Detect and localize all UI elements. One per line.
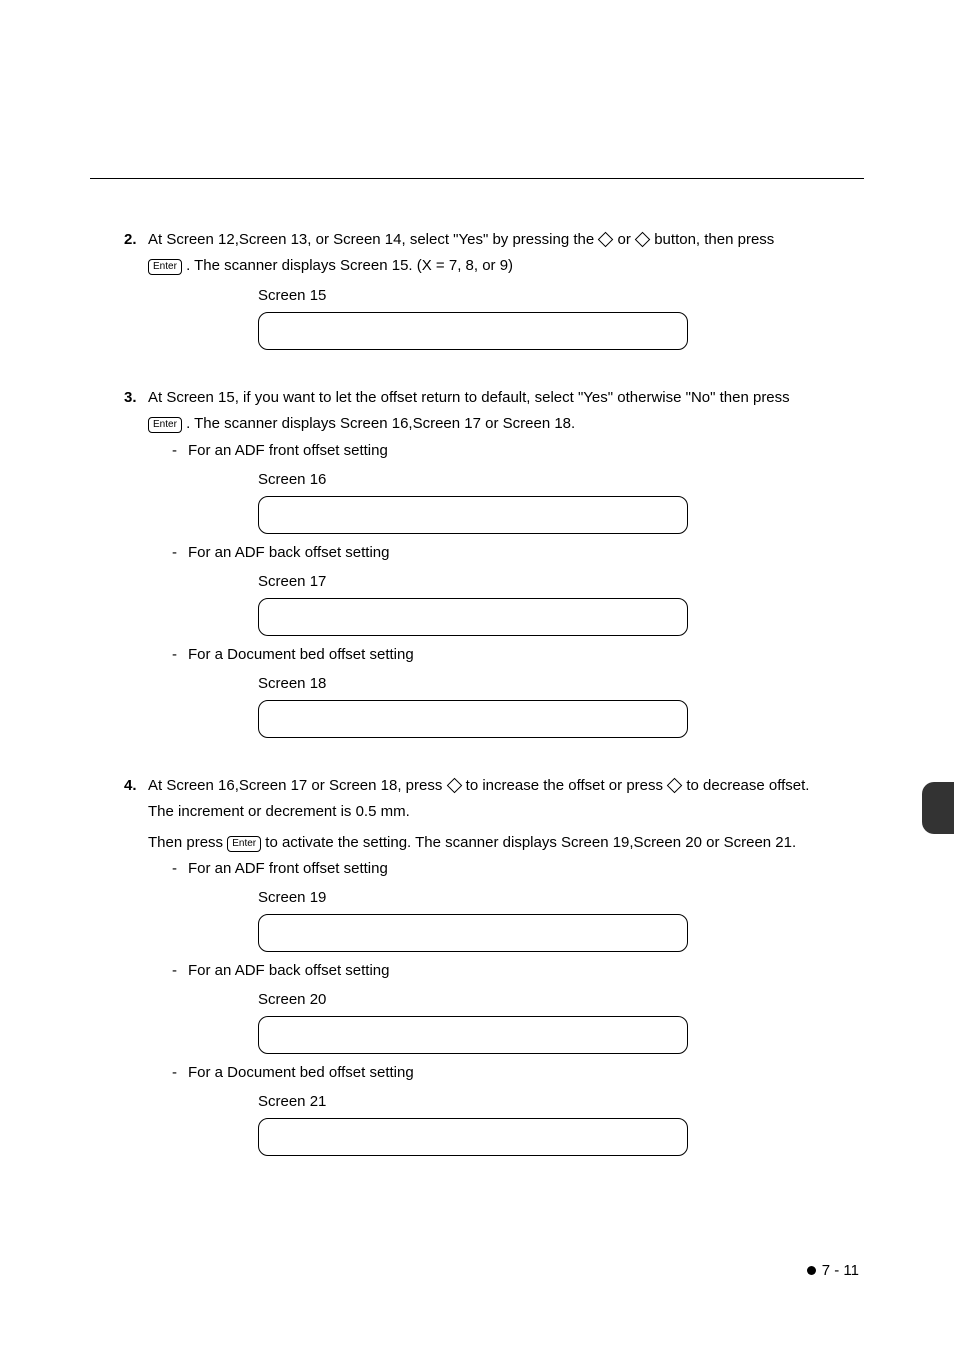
text: At Screen 16,Screen 17 or Screen 18, pre… xyxy=(148,777,447,794)
screen-box xyxy=(258,312,688,350)
screen-box xyxy=(258,700,688,738)
text: For an ADF back offset setting xyxy=(188,542,390,564)
screen-label: Screen 19 xyxy=(258,886,864,910)
up-diamond-icon xyxy=(446,778,462,794)
text: At Screen 12,Screen 13, or Screen 14, se… xyxy=(148,231,598,248)
right-diamond-icon xyxy=(635,232,651,248)
step-number: 4. xyxy=(124,774,148,798)
enter-key-icon: Enter xyxy=(227,836,261,852)
text: Then press xyxy=(148,834,227,851)
list-item: - For a Document bed offset setting xyxy=(172,644,864,666)
step-2: 2. At Screen 12,Screen 13, or Screen 14,… xyxy=(124,228,864,358)
screen-label: Screen 16 xyxy=(258,468,864,492)
step-body: At Screen 12,Screen 13, or Screen 14, se… xyxy=(148,228,864,358)
bullet-icon xyxy=(807,1266,816,1275)
step-3: 3. At Screen 15, if you want to let the … xyxy=(124,386,864,746)
list-item: - For an ADF front offset setting xyxy=(172,858,864,880)
screen-box xyxy=(258,1016,688,1054)
left-diamond-icon xyxy=(598,232,614,248)
enter-key-icon: Enter xyxy=(148,259,182,275)
text: or xyxy=(613,231,635,248)
text: to activate the setting. The scanner dis… xyxy=(261,834,796,851)
content: 2. At Screen 12,Screen 13, or Screen 14,… xyxy=(124,228,864,1192)
screen-label: Screen 17 xyxy=(258,570,864,594)
text: . The scanner displays Screen 16,Screen … xyxy=(182,415,575,432)
header-rule xyxy=(90,178,864,179)
step-4: 4. At Screen 16,Screen 17 or Screen 18, … xyxy=(124,774,864,1164)
text: button, then press xyxy=(650,231,774,248)
step-number: 3. xyxy=(124,386,148,410)
screen-box xyxy=(258,598,688,636)
text: For an ADF front offset setting xyxy=(188,440,388,462)
step-body: At Screen 15, if you want to let the off… xyxy=(148,386,864,746)
text: For an ADF front offset setting xyxy=(188,858,388,880)
step-number: 2. xyxy=(124,228,148,252)
text: For a Document bed offset setting xyxy=(188,1062,414,1084)
text: For a Document bed offset setting xyxy=(188,644,414,666)
step-body: At Screen 16,Screen 17 or Screen 18, pre… xyxy=(148,774,864,1164)
dash-icon: - xyxy=(172,644,188,666)
page: 2. At Screen 12,Screen 13, or Screen 14,… xyxy=(0,0,954,1351)
screen-label: Screen 20 xyxy=(258,988,864,1012)
text: For an ADF back offset setting xyxy=(188,960,390,982)
list-item: - For an ADF back offset setting xyxy=(172,542,864,564)
dash-icon: - xyxy=(172,542,188,564)
text: to decrease offset. xyxy=(682,777,809,794)
dash-icon: - xyxy=(172,858,188,880)
dash-icon: - xyxy=(172,960,188,982)
list-item: - For an ADF front offset setting xyxy=(172,440,864,462)
screen-label: Screen 18 xyxy=(258,672,864,696)
dash-icon: - xyxy=(172,440,188,462)
screen-label: Screen 21 xyxy=(258,1090,864,1114)
screen-box xyxy=(258,914,688,952)
page-number: 7 - 11 xyxy=(807,1262,859,1279)
dash-icon: - xyxy=(172,1062,188,1084)
screen-label: Screen 15 xyxy=(258,284,864,308)
text: . The scanner displays Screen 15. (X = 7… xyxy=(182,257,513,274)
list-item: - For an ADF back offset setting xyxy=(172,960,864,982)
text: to increase the offset or press xyxy=(462,777,668,794)
screen-box xyxy=(258,1118,688,1156)
enter-key-icon: Enter xyxy=(148,417,182,433)
text: At Screen 15, if you want to let the off… xyxy=(148,389,790,406)
screen-box xyxy=(258,496,688,534)
list-item: - For a Document bed offset setting xyxy=(172,1062,864,1084)
text: The increment or decrement is 0.5 mm. xyxy=(148,803,410,820)
down-diamond-icon xyxy=(667,778,683,794)
page-number-text: 7 - 11 xyxy=(822,1262,859,1279)
section-tab xyxy=(922,782,954,834)
